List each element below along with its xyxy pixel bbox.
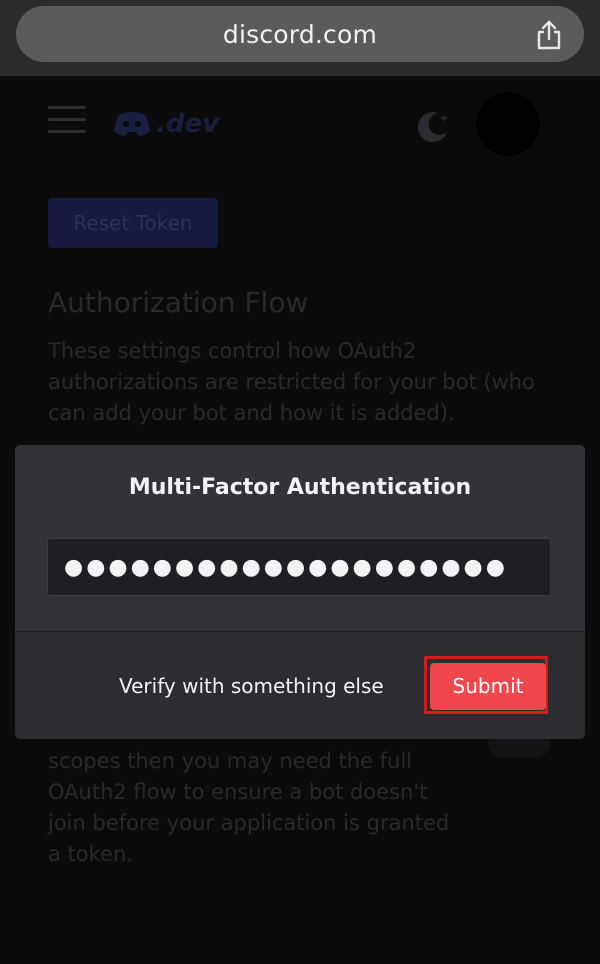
- mfa-modal: Multi-Factor Authentication ●●●●●●●●●●●●…: [15, 445, 585, 739]
- url-text: discord.com: [222, 20, 378, 49]
- section-description: These settings control how OAuth2 author…: [48, 339, 535, 425]
- reset-token-button[interactable]: Reset Token: [48, 198, 218, 248]
- avatar[interactable]: [476, 92, 540, 156]
- url-field[interactable]: discord.com: [16, 6, 584, 62]
- share-icon[interactable]: [534, 19, 564, 51]
- submit-button[interactable]: Submit: [430, 663, 546, 710]
- theme-moon-icon[interactable]: [414, 108, 452, 146]
- browser-address-bar: discord.com: [0, 0, 600, 76]
- modal-footer: Verify with something else Submit: [15, 631, 585, 739]
- hamburger-menu-icon[interactable]: [48, 106, 86, 136]
- discord-dev-logo[interactable]: .dev: [112, 106, 219, 142]
- modal-title: Multi-Factor Authentication: [128, 475, 472, 500]
- mfa-password-input[interactable]: ●●●●●●●●●●●●●●●●●●●●: [47, 538, 551, 596]
- logo-text: .dev: [156, 109, 220, 139]
- discord-logo-icon: [114, 112, 150, 136]
- section-title: Authorization Flow: [48, 286, 309, 319]
- verify-something-else-link[interactable]: Verify with something else: [119, 674, 384, 698]
- section-description-continued: scopes then you may need the full OAuth2…: [48, 749, 450, 866]
